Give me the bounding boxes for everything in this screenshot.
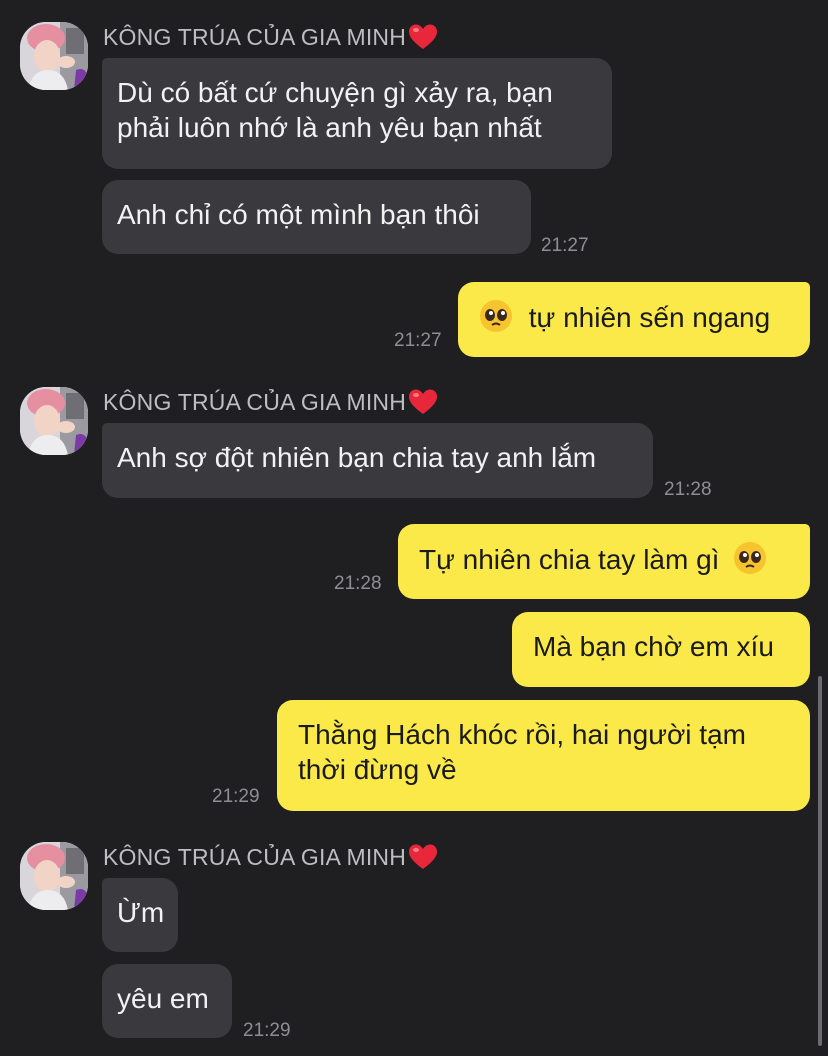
message-timestamp: 21:27 <box>394 330 442 351</box>
message-text: Tự nhiên chia tay làm gì <box>419 544 720 575</box>
message-text: Dù có bất cứ chuyện gì xảy ra, bạn <box>117 77 553 108</box>
message-bubble[interactable]: Anh sợ đột nhiên bạn chia tay anh lắm <box>102 423 653 498</box>
message-timestamp: 21:27 <box>541 235 589 256</box>
message-text: Anh chỉ có một mình bạn thôi <box>117 199 480 230</box>
message-timestamp: 21:29 <box>243 1020 291 1041</box>
sender-avatar[interactable] <box>20 842 88 910</box>
heart-icon <box>409 24 438 49</box>
avatar-photo-icon <box>20 22 88 90</box>
sender-name: KÔNG TRÚA CỦA GIA MINH <box>103 386 438 418</box>
message-text: Thằng Hách khóc rồi, hai người tạm <box>298 719 746 750</box>
sender-name: KÔNG TRÚA CỦA GIA MINH <box>103 841 438 873</box>
message-text: thời đừng về <box>298 754 457 785</box>
message-text: Anh sợ đột nhiên bạn chia tay anh lắm <box>117 442 597 473</box>
message-bubble[interactable]: Ừm <box>102 878 178 952</box>
message-text: phải luôn nhớ là anh yêu bạn nhất <box>117 112 542 143</box>
avatar-photo-icon <box>20 842 88 910</box>
message-bubble[interactable]: Thằng Hách khóc rồi, hai người tạm thời … <box>277 700 810 811</box>
message-timestamp: 21:28 <box>334 573 382 594</box>
message-timestamp: 21:29 <box>212 786 260 807</box>
message-bubble[interactable]: tự nhiên sến ngang <box>458 282 810 357</box>
message-bubble[interactable]: Tự nhiên chia tay làm gì <box>398 524 810 599</box>
pleading-face-icon <box>480 300 512 332</box>
heart-icon <box>409 389 438 414</box>
heart-icon <box>409 844 438 869</box>
scrollbar[interactable] <box>818 676 822 1046</box>
message-timestamp: 21:28 <box>664 479 712 500</box>
sender-avatar[interactable] <box>20 387 88 455</box>
avatar-photo-icon <box>20 387 88 455</box>
message-text: tự nhiên sến ngang <box>528 302 771 333</box>
message-text: yêu em <box>117 983 209 1014</box>
sender-name-text: KÔNG TRÚA CỦA GIA MINH <box>103 843 407 870</box>
sender-name-text: KÔNG TRÚA CỦA GIA MINH <box>103 388 407 415</box>
sender-name: KÔNG TRÚA CỦA GIA MINH <box>103 21 438 53</box>
message-text: Mà bạn chờ em xíu <box>533 631 774 662</box>
message-bubble[interactable]: Dù có bất cứ chuyện gì xảy ra, bạn phải … <box>102 58 612 169</box>
sender-name-text: KÔNG TRÚA CỦA GIA MINH <box>103 23 407 50</box>
pleading-face-icon <box>734 542 767 574</box>
message-bubble[interactable]: Anh chỉ có một mình bạn thôi <box>102 180 531 254</box>
message-text: Ừm <box>117 897 165 928</box>
message-bubble[interactable]: Mà bạn chờ em xíu <box>512 612 810 687</box>
sender-avatar[interactable] <box>20 22 88 90</box>
message-bubble[interactable]: yêu em <box>102 964 232 1038</box>
chat-thread[interactable]: KÔNG TRÚA CỦA GIA MINH Dù có bất cứ chuy… <box>0 0 828 1056</box>
